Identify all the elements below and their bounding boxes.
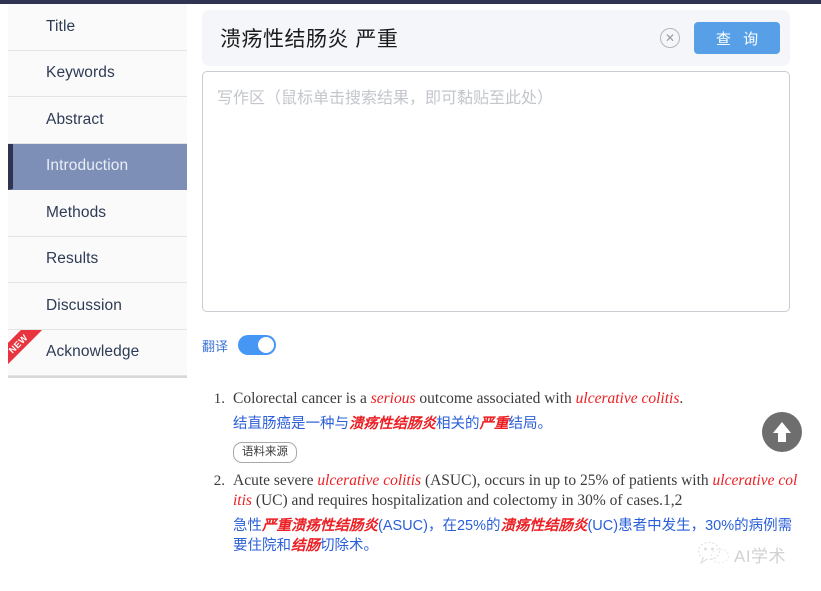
highlight-term: serious (370, 390, 416, 407)
result-body: Colorectal cancer is a serious outcome a… (233, 389, 799, 463)
highlight-term: ulcerative colitis (575, 390, 680, 407)
highlight-term: ulcerative colitis (317, 472, 422, 489)
result-zh-text[interactable]: 急性严重溃疡性结肠炎(ASUC)，在25%的溃疡性结肠炎(UC)患者中发生，30… (233, 516, 799, 556)
new-badge-ribbon: NEW (8, 329, 47, 372)
result-number: 1. (213, 391, 225, 407)
translate-toggle-switch[interactable] (238, 335, 277, 355)
result-en-text[interactable]: Acute severe ulcerative colitis (ASUC), … (233, 471, 799, 511)
main-content: 溃疡性结肠炎 严重 ✕ 查 询 翻译 1. Colorectal cancer i… (195, 4, 821, 591)
result-item[interactable]: 1. Colorectal cancer is a serious outcome… (195, 381, 821, 463)
search-results-list: 1. Colorectal cancer is a serious outcome… (195, 381, 821, 556)
text-run: 急性 (233, 518, 262, 534)
text-run: 切除术。 (320, 538, 378, 554)
arrow-up-icon (773, 422, 791, 442)
sidebar-item-label: Discussion (46, 296, 122, 314)
sidebar-item-title[interactable]: Title (8, 4, 187, 51)
text-run: 结局。 (508, 416, 553, 432)
highlight-term: 溃疡性结肠炎 (349, 416, 436, 432)
sidebar-item-label: Methods (46, 203, 107, 221)
result-body: Acute severe ulcerative colitis (ASUC), … (233, 471, 799, 556)
search-bar: 溃疡性结肠炎 严重 ✕ 查 询 (202, 10, 790, 66)
sidebar-item-acknowledge[interactable]: NEW Acknowledge (8, 329, 187, 376)
translate-toggle-label: 翻译 (202, 338, 229, 354)
text-run: Colorectal cancer is a (233, 390, 371, 407)
result-zh-text[interactable]: 结直肠癌是一种与溃疡性结肠炎相关的严重结局。 (233, 414, 799, 434)
text-run: Acute severe (233, 472, 318, 489)
sidebar-item-label: Acknowledge (46, 343, 140, 361)
result-en-text[interactable]: Colorectal cancer is a serious outcome a… (233, 389, 799, 409)
text-run: (ASUC), occurs in up to 25% of patients … (421, 472, 713, 489)
sidebar-item-label: Keywords (46, 64, 115, 82)
section-sidebar: Title Keywords Abstract Introduction Methods… (8, 4, 187, 378)
sidebar-item-keywords[interactable]: Keywords (8, 50, 187, 97)
sidebar-item-label: Abstract (46, 110, 104, 128)
text-run: (ASUC)，在25%的 (378, 518, 501, 534)
sidebar-item-label: Introduction (46, 157, 129, 175)
writing-area-input[interactable] (202, 71, 790, 312)
back-to-top-button[interactable] (762, 412, 802, 452)
search-input[interactable]: 溃疡性结肠炎 严重 (220, 23, 660, 53)
sidebar-item-label: Title (46, 17, 76, 35)
result-number: 2. (213, 473, 225, 489)
close-circle-icon[interactable]: ✕ (660, 28, 680, 48)
highlight-term: 严重 (479, 416, 509, 432)
text-run: 结直肠癌是一种与 (233, 416, 349, 432)
text-run: . (679, 390, 684, 407)
corpus-source-button[interactable]: 语料来源 (233, 442, 297, 463)
search-button[interactable]: 查 询 (694, 22, 780, 54)
sidebar-item-discussion[interactable]: Discussion (8, 283, 187, 330)
text-run: outcome associated with (415, 390, 576, 407)
result-item[interactable]: 2. Acute severe ulcerative colitis (ASUC)… (195, 463, 821, 556)
sidebar-item-introduction[interactable]: Introduction (8, 143, 187, 190)
sidebar-item-methods[interactable]: Methods (8, 190, 187, 237)
text-run: 相关的 (436, 416, 480, 432)
highlight-term: 溃疡性结肠炎 (500, 518, 588, 534)
sidebar-item-results[interactable]: Results (8, 236, 187, 283)
text-run: (UC) and requires hospitalization and co… (251, 492, 683, 509)
highlight-term: 结肠 (291, 538, 320, 554)
translate-toggle-row: 翻译 (202, 335, 277, 355)
app-root: Title Keywords Abstract Introduction Methods… (0, 0, 821, 591)
sidebar-item-abstract[interactable]: Abstract (8, 97, 187, 144)
highlight-term: 严重溃疡性结肠炎 (262, 518, 378, 534)
sidebar-item-label: Results (46, 250, 99, 268)
toggle-knob (258, 337, 275, 353)
